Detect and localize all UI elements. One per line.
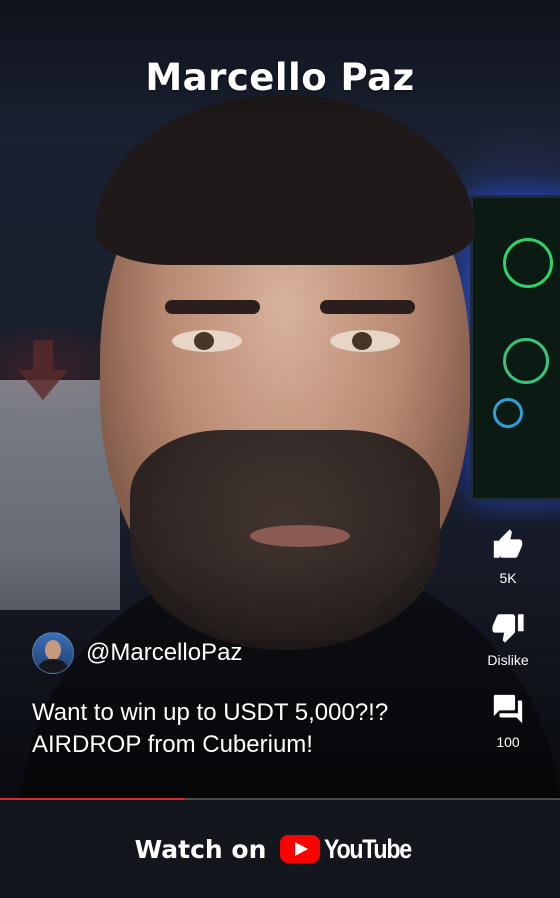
- dislike-label: Dislike: [487, 652, 529, 668]
- person-brow-right: [320, 300, 415, 314]
- person-eye-left: [172, 330, 242, 352]
- video-thumbnail[interactable]: [0, 0, 560, 799]
- watch-on-label[interactable]: Watch on: [135, 835, 267, 864]
- dislike-button[interactable]: Dislike: [478, 610, 538, 692]
- background-monitor: [470, 195, 560, 501]
- youtube-play-icon: [280, 835, 321, 863]
- comments-button[interactable]: 100: [478, 692, 538, 774]
- comments-icon: [493, 694, 523, 724]
- comment-count: 100: [496, 734, 520, 750]
- like-button[interactable]: 5K: [478, 528, 538, 610]
- like-count: 5K: [499, 570, 517, 586]
- person-eye-right: [330, 330, 400, 352]
- channel-avatar[interactable]: [32, 632, 74, 674]
- channel-info[interactable]: @MarcelloPaz: [32, 632, 242, 674]
- bottom-gradient: [0, 560, 560, 799]
- shorts-embed-player[interactable]: Marcello Paz @MarcelloPaz Want to win up…: [0, 0, 560, 898]
- channel-handle[interactable]: @MarcelloPaz: [86, 639, 242, 667]
- video-title[interactable]: Marcello Paz: [0, 56, 560, 99]
- thumbs-down-icon: [492, 614, 524, 643]
- youtube-logo[interactable]: YouTube: [280, 834, 425, 865]
- person-mouth: [250, 525, 350, 547]
- watch-on-youtube-bar[interactable]: Watch on YouTube: [0, 800, 560, 898]
- thumbs-up-icon: [493, 529, 523, 558]
- person-brow-left: [165, 300, 260, 314]
- video-caption: Want to win up to USDT 5,000?!? AIRDROP …: [32, 699, 389, 758]
- action-rail: 5K Dislike 100: [478, 528, 538, 774]
- youtube-wordmark: YouTube: [324, 833, 412, 864]
